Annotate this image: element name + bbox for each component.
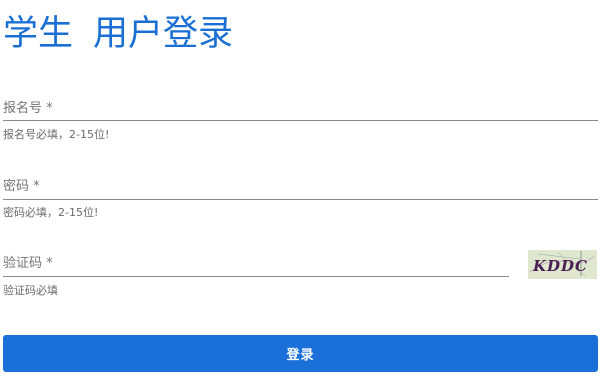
captcha-hint: 验证码必填 [3,284,58,297]
captcha-underline [3,276,509,277]
captcha-image[interactable]: KDDC [528,250,597,279]
registration-number-underline [3,120,598,121]
title-role: 学生 [3,14,74,54]
captcha-field[interactable]: 验证码 * 验证码必填 [3,255,509,299]
captcha-label: 验证码 * [3,256,53,271]
password-label: 密码 * [3,179,40,194]
registration-number-hint: 报名号必填，2-15位! [3,128,110,141]
login-button[interactable]: 登录 [3,335,598,372]
registration-number-field[interactable]: 报名号 * 报名号必填，2-15位! [3,100,598,144]
title-text: 用户登录 [93,14,234,54]
captcha-graphic: KDDC [529,251,595,277]
registration-number-label: 报名号 * [3,101,53,116]
page-title: 学生 用户登录 [3,12,233,56]
password-underline [3,199,598,200]
password-field[interactable]: 密码 * 密码必填，2-15位! [3,178,598,222]
captcha-text: KDDC [532,257,588,275]
password-hint: 密码必填，2-15位! [3,206,99,219]
